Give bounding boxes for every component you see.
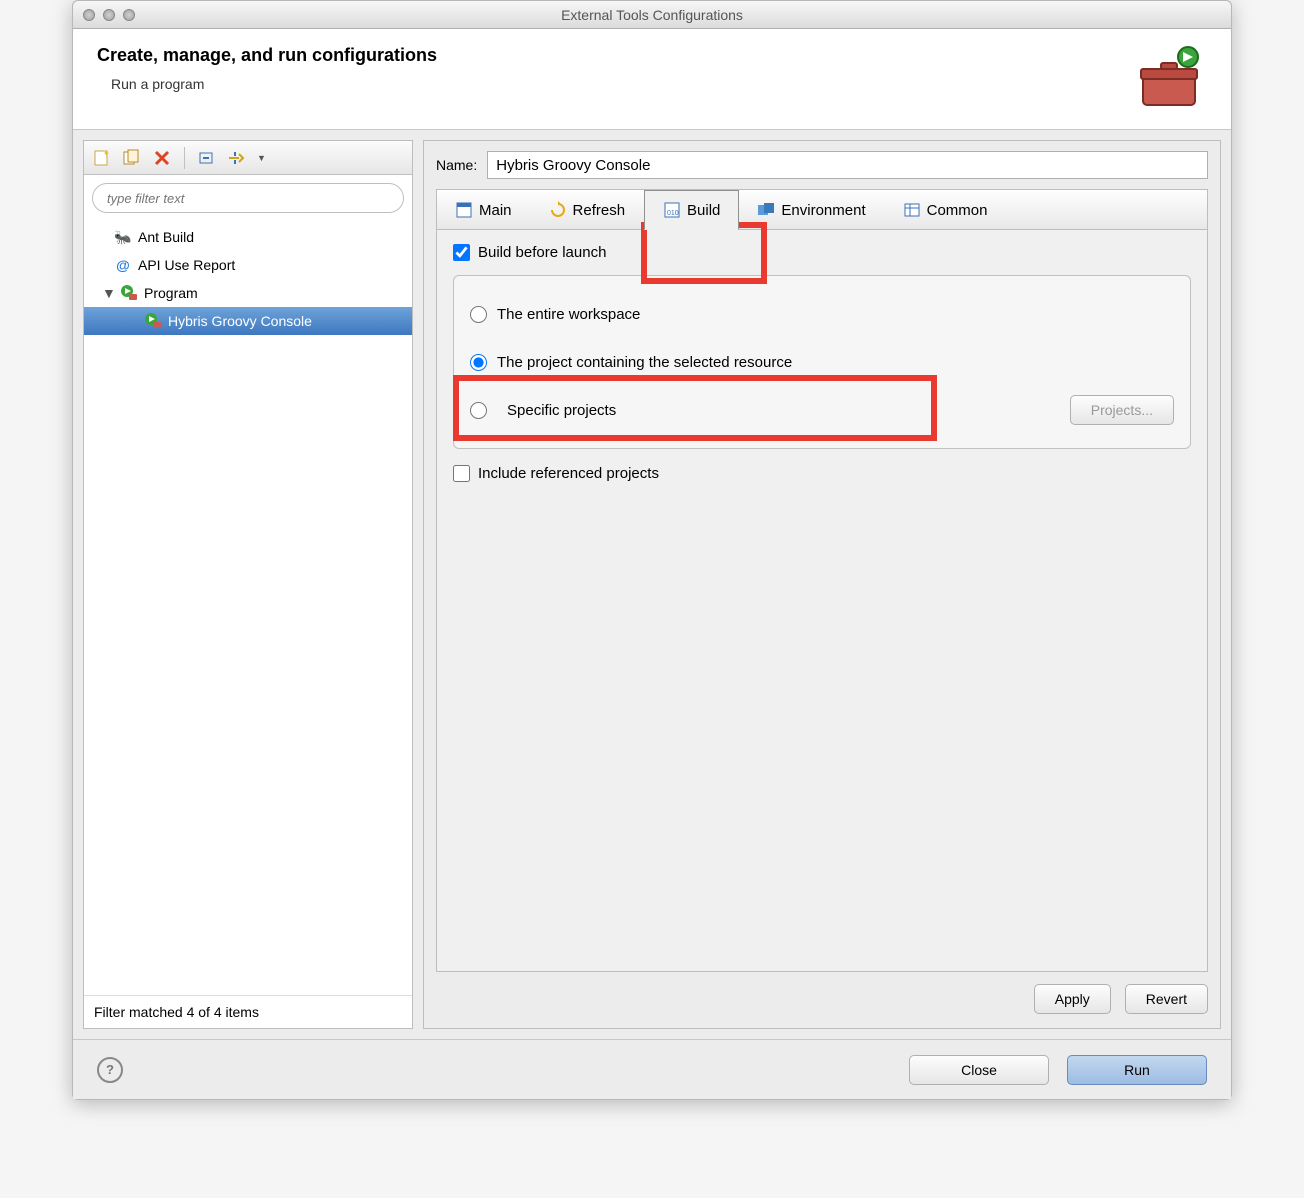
build-tab-icon: 010 (663, 201, 681, 219)
include-referenced-checkbox[interactable] (453, 465, 470, 482)
tree-item-api-use-report[interactable]: @ API Use Report (84, 251, 412, 279)
toolbox-icon (1133, 45, 1207, 109)
radio-project-selected[interactable] (470, 354, 487, 371)
tab-common[interactable]: Common (885, 191, 1007, 229)
build-before-launch-checkbox[interactable] (453, 244, 470, 261)
radio-project-selected-label: The project containing the selected reso… (497, 354, 1174, 371)
delete-config-icon[interactable] (152, 148, 172, 168)
apply-button[interactable]: Apply (1034, 984, 1111, 1014)
sidebar-toolbar: ✦ ▼ (84, 141, 412, 175)
filter-status: Filter matched 4 of 4 items (84, 995, 412, 1028)
radio-entire-workspace[interactable] (470, 306, 487, 323)
tab-label: Common (927, 202, 988, 219)
radio-specific-projects-label: Specific projects (507, 402, 1060, 419)
new-config-icon[interactable]: ✦ (92, 148, 112, 168)
projects-button[interactable]: Projects... (1070, 395, 1174, 425)
tab-build[interactable]: 010 Build (644, 190, 739, 230)
build-scope-group: The entire workspace The project contain… (453, 275, 1191, 449)
tab-label: Build (687, 202, 720, 219)
duplicate-config-icon[interactable] (122, 148, 142, 168)
help-icon[interactable]: ? (97, 1057, 123, 1083)
include-referenced-label: Include referenced projects (478, 465, 659, 482)
config-tree: 🐜 Ant Build @ API Use Report ▼ Program H… (84, 221, 412, 995)
tab-environment[interactable]: Environment (739, 191, 884, 229)
tree-item-hybris-groovy-console[interactable]: Hybris Groovy Console (84, 307, 412, 335)
ant-icon: 🐜 (114, 228, 132, 246)
tree-item-program[interactable]: ▼ Program (84, 279, 412, 307)
tree-item-label: Hybris Groovy Console (168, 313, 312, 329)
build-before-launch-label: Build before launch (478, 244, 606, 261)
filter-input[interactable] (92, 183, 404, 213)
radio-specific-projects[interactable] (470, 402, 487, 419)
svg-text:010: 010 (667, 210, 679, 217)
name-input[interactable] (487, 151, 1208, 179)
name-label: Name: (436, 157, 477, 173)
revert-button[interactable]: Revert (1125, 984, 1208, 1014)
collapse-all-icon[interactable] (197, 148, 217, 168)
dialog-window: External Tools Configurations Create, ma… (72, 0, 1232, 1100)
run-button[interactable]: Run (1067, 1055, 1207, 1085)
program-icon (120, 284, 138, 302)
tree-item-label: Program (144, 285, 198, 301)
tab-label: Main (479, 202, 512, 219)
refresh-tab-icon (549, 201, 567, 219)
common-tab-icon (903, 201, 921, 219)
environment-tab-icon (757, 201, 775, 219)
page-subtitle: Run a program (111, 76, 437, 92)
header: Create, manage, and run configurations R… (73, 29, 1231, 130)
main-panel: Name: Main Refresh 010 Build E (423, 140, 1221, 1029)
svg-text:✦: ✦ (103, 149, 110, 158)
tree-item-label: API Use Report (138, 257, 235, 273)
at-icon: @ (114, 256, 132, 274)
close-button[interactable]: Close (909, 1055, 1049, 1085)
build-pane: Build before launch The entire workspace… (436, 229, 1208, 972)
main-tab-icon (455, 201, 473, 219)
tab-refresh[interactable]: Refresh (531, 191, 645, 229)
disclosure-triangle-icon[interactable]: ▼ (102, 285, 114, 301)
footer: ? Close Run (73, 1039, 1231, 1099)
tab-bar: Main Refresh 010 Build Environment Commo… (436, 189, 1208, 229)
tree-item-ant-build[interactable]: 🐜 Ant Build (84, 223, 412, 251)
window-title: External Tools Configurations (73, 7, 1231, 23)
tab-label: Environment (781, 202, 865, 219)
dropdown-icon[interactable]: ▼ (257, 153, 266, 163)
program-icon (144, 312, 162, 330)
page-title: Create, manage, and run configurations (97, 45, 437, 66)
tab-main[interactable]: Main (437, 191, 531, 229)
tab-label: Refresh (573, 202, 626, 219)
titlebar: External Tools Configurations (73, 1, 1231, 29)
radio-entire-workspace-label: The entire workspace (497, 306, 1174, 323)
tree-item-label: Ant Build (138, 229, 194, 245)
filter-config-icon[interactable] (227, 148, 247, 168)
sidebar: ✦ ▼ 🐜 Ant Build @ API Use Report (83, 140, 413, 1029)
